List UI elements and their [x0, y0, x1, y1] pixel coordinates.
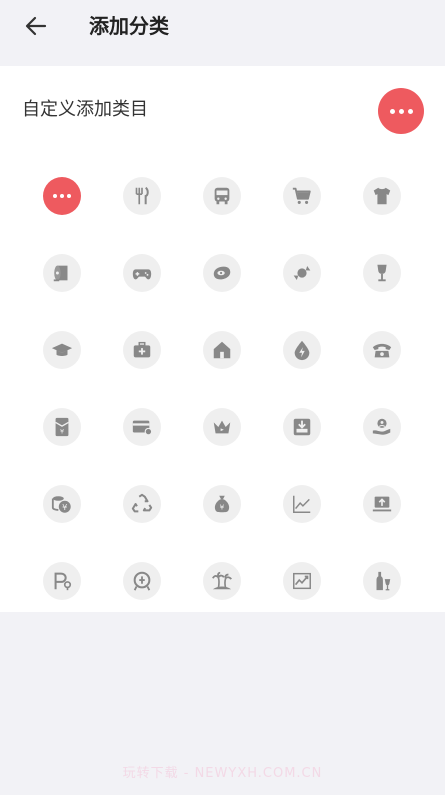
back-button[interactable]: [18, 11, 54, 41]
icon-option-bottle-glass[interactable]: [342, 542, 422, 619]
icon-option-coins[interactable]: ¥: [22, 465, 102, 542]
custom-category-label: 自定义添加类目: [22, 99, 148, 120]
credit-card-icon: [123, 407, 161, 446]
tissue-roll-icon: [43, 253, 81, 292]
icon-option-recycle[interactable]: [102, 465, 182, 542]
money-bag-icon: ¥: [203, 484, 241, 523]
icon-option-cart[interactable]: [262, 157, 342, 234]
medical-kit-icon: [123, 330, 161, 369]
restaurant-icon: [123, 176, 161, 215]
icon-option-line-chart[interactable]: [262, 465, 342, 542]
shopping-cart-icon: [283, 176, 321, 215]
line-chart-icon: [283, 484, 321, 523]
icon-option-telephone[interactable]: [342, 311, 422, 388]
svg-text:¥: ¥: [60, 427, 64, 435]
back-arrow-icon: [25, 16, 47, 36]
icon-option-medical[interactable]: [102, 311, 182, 388]
icon-option-island[interactable]: [182, 542, 262, 619]
icon-option-gamepad[interactable]: [102, 234, 182, 311]
bottle-glass-icon: [363, 561, 401, 600]
parking-icon: [43, 561, 81, 600]
icon-option-meat[interactable]: [182, 234, 262, 311]
icon-option-inbox[interactable]: [262, 388, 342, 465]
icon-option-money-bag[interactable]: ¥: [182, 465, 262, 542]
red-envelope-icon: ¥: [43, 407, 81, 446]
candy-icon: [283, 253, 321, 292]
svg-text:¥: ¥: [220, 502, 225, 511]
icon-option-tissue[interactable]: [22, 234, 102, 311]
gamepad-icon: [123, 253, 161, 292]
icon-option-red-envelope[interactable]: ¥: [22, 388, 102, 465]
train-icon: [123, 561, 161, 600]
house-icon: [203, 330, 241, 369]
icon-option-utilities[interactable]: [262, 311, 342, 388]
laptop-upload-icon: [363, 484, 401, 523]
icon-option-card[interactable]: [102, 388, 182, 465]
palm-island-icon: [203, 561, 241, 600]
coins-icon: ¥: [43, 484, 81, 523]
inbox-download-icon: [283, 407, 321, 446]
icon-option-crown[interactable]: [182, 388, 262, 465]
icon-option-stock-chart[interactable]: [262, 542, 342, 619]
icon-option-education[interactable]: [22, 311, 102, 388]
icon-option-tshirt[interactable]: [342, 157, 422, 234]
tshirt-icon: [363, 176, 401, 215]
icon-option-house[interactable]: [182, 311, 262, 388]
graduation-cap-icon: [43, 330, 81, 369]
svg-text:¥: ¥: [62, 501, 67, 511]
more-icon: [43, 176, 81, 215]
recycle-icon: [123, 484, 161, 523]
hand-person-icon: [363, 407, 401, 446]
bus-icon: [203, 176, 241, 215]
stock-chart-icon: [283, 561, 321, 600]
page-title: 添加分类: [89, 14, 169, 38]
header: 添加分类: [0, 0, 445, 58]
crown-icon: [203, 407, 241, 446]
watermark-text: 玩转下载 - NEWYXH.COM.CN: [122, 766, 323, 781]
icon-option-restaurant[interactable]: [102, 157, 182, 234]
icon-option-more[interactable]: [22, 157, 102, 234]
icon-option-parking[interactable]: [22, 542, 102, 619]
icon-option-laptop[interactable]: [342, 465, 422, 542]
custom-add-button[interactable]: [378, 88, 424, 134]
wine-glass-icon: [363, 253, 401, 292]
water-drop-lightning-icon: [283, 330, 321, 369]
icon-option-train[interactable]: [102, 542, 182, 619]
icon-option-candy[interactable]: [262, 234, 342, 311]
icon-grid: ¥ ¥ ¥: [22, 157, 422, 619]
more-icon: [389, 108, 413, 114]
icon-option-hand-person[interactable]: [342, 388, 422, 465]
meat-icon: [203, 253, 241, 292]
icon-option-bus[interactable]: [182, 157, 262, 234]
icon-option-wine-glass[interactable]: [342, 234, 422, 311]
telephone-icon: [363, 330, 401, 369]
